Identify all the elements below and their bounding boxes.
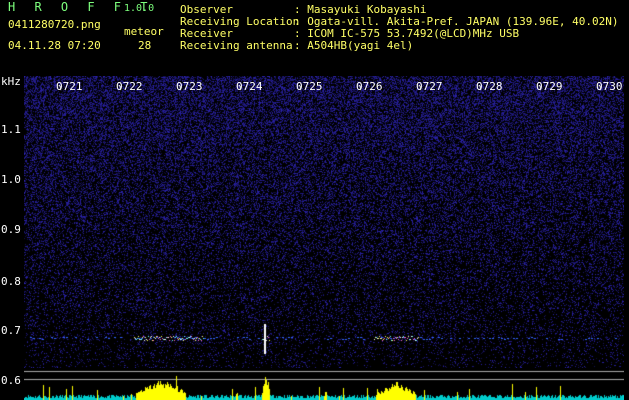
info-key: Receiving antenna (180, 39, 293, 52)
spectrogram-plot (24, 76, 624, 368)
event-label: meteor (124, 25, 164, 38)
time-tick-label: 0723 (176, 80, 203, 93)
file-name: 0411280720.png (8, 18, 101, 31)
frequency-tick-label: 0.9 (1, 223, 21, 236)
time-tick-label: 0729 (536, 80, 563, 93)
time-tick-label: 0730 (596, 80, 623, 93)
frequency-tick-label: 0.7 (1, 324, 21, 337)
time-tick-label: 0726 (356, 80, 383, 93)
time-tick-label: 0721 (56, 80, 83, 93)
frequency-tick-label: 0.8 (1, 275, 21, 288)
time-tick-label: 0728 (476, 80, 503, 93)
time-tick-label: 0727 (416, 80, 443, 93)
signal-level-meter (24, 368, 624, 400)
frequency-tick-label: 1.1 (1, 123, 21, 136)
app-version: 1.0.0 (124, 3, 155, 14)
time-tick-label: 0722 (116, 80, 143, 93)
time-tick-label: 0724 (236, 80, 263, 93)
time-tick-label: 0725 (296, 80, 323, 93)
frequency-unit-label: kHz (1, 75, 21, 88)
frequency-tick-label: 1.0 (1, 173, 21, 186)
event-count: 28 (138, 39, 152, 52)
date-time: 04.11.28 07:20 (8, 39, 101, 52)
info-value: : A504HB(yagi 4el) (294, 39, 414, 52)
frequency-tick-label: 0.6 (1, 374, 21, 387)
